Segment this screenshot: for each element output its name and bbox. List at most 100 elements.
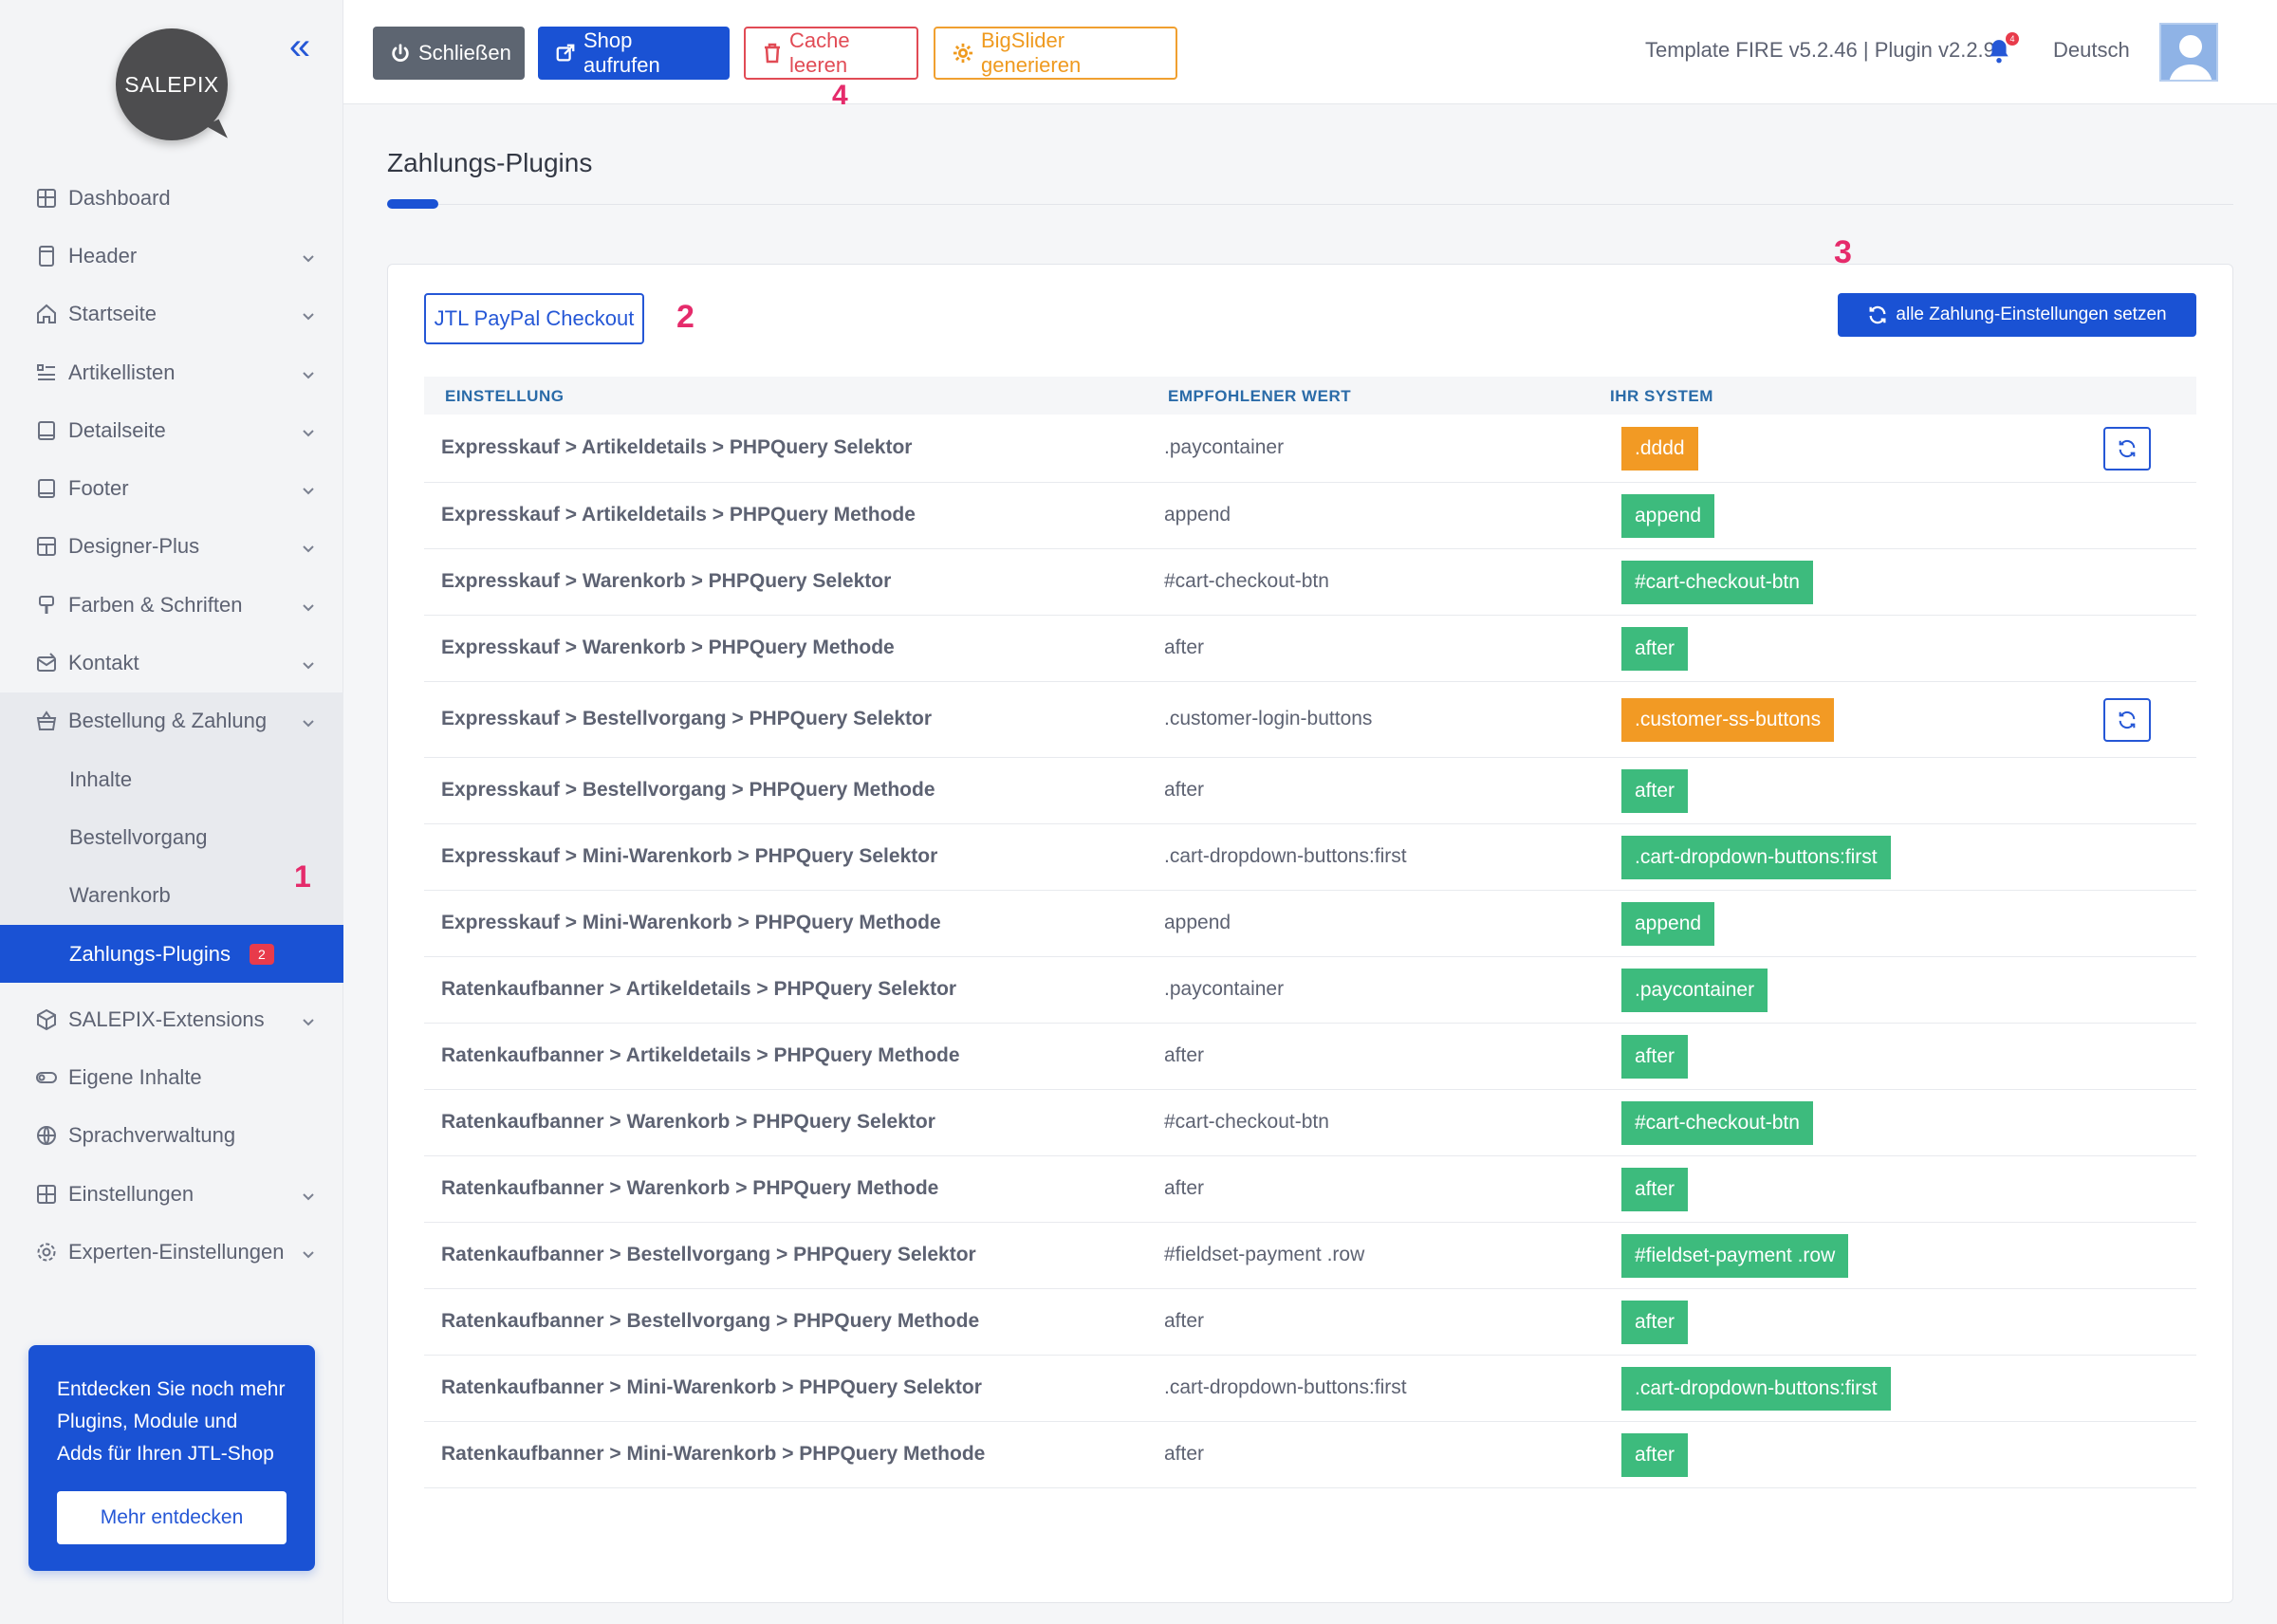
close-button[interactable]: Schließen	[373, 27, 525, 80]
sidebar-item-order-payment[interactable]: Bestellung & Zahlung	[0, 692, 343, 750]
sidebar-item-detailseite[interactable]: Detailseite	[0, 401, 343, 459]
recommended-value: append	[1164, 504, 1231, 526]
page-title: Zahlungs-Plugins	[387, 148, 593, 177]
sidebar-item-label: Kontakt	[68, 651, 139, 675]
chevron-down-icon	[300, 538, 317, 555]
setting-name: Ratenkaufbanner > Artikeldetails > PHPQu…	[441, 978, 957, 1000]
table-row: Ratenkaufbanner > Artikeldetails > PHPQu…	[424, 957, 2196, 1024]
recommended-value: #cart-checkout-btn	[1164, 1111, 1329, 1133]
discover-more-button[interactable]: Mehr entdecken	[57, 1491, 287, 1544]
recommended-value: .paycontainer	[1164, 436, 1285, 458]
sidebar-item-experten-einstellungen[interactable]: Experten-Einstellungen	[0, 1223, 343, 1281]
annotation-2: 2	[676, 299, 694, 335]
sidebar-item-label: Einstellungen	[68, 1181, 194, 1206]
sidebar-item-designer-plus[interactable]: Designer-Plus	[0, 518, 343, 576]
recommended-value: #cart-checkout-btn	[1164, 570, 1329, 592]
column-header-recommended: EMPFOHLENER WERT	[1168, 387, 1352, 405]
refresh-icon	[1867, 304, 1888, 325]
sidebar-subitem-zahlungs-plugins[interactable]: Zahlungs-Plugins 2	[0, 924, 343, 984]
setting-name: Expresskauf > Bestellvorgang > PHPQuery …	[441, 779, 935, 801]
table-row: Expresskauf > Bestellvorgang > PHPQuery …	[424, 758, 2196, 824]
chevron-down-icon	[300, 305, 317, 323]
table-row: Ratenkaufbanner > Warenkorb > PHPQuery M…	[424, 1156, 2196, 1223]
setting-name: Ratenkaufbanner > Warenkorb > PHPQuery M…	[441, 1177, 939, 1199]
sidebar-item-label: Farben & Schriften	[68, 592, 243, 617]
avatar[interactable]	[2159, 23, 2218, 82]
sidebar-item-sprachverwaltung[interactable]: Sprachverwaltung	[0, 1107, 343, 1165]
sidebar-item-eigene-inhalte[interactable]: Eigene Inhalte	[0, 1048, 343, 1106]
tab-jtl-paypal-checkout[interactable]: JTL PayPal Checkout	[424, 293, 644, 344]
basket-icon	[34, 709, 59, 733]
sidebar-subitem-inhalte[interactable]: Inhalte	[0, 750, 343, 808]
table-row: Expresskauf > Mini-Warenkorb > PHPQuery …	[424, 891, 2196, 957]
subitem-badge: 2	[249, 943, 274, 965]
open-shop-button[interactable]: Shop aufrufen	[538, 27, 730, 80]
set-all-payment-settings-button[interactable]: alle Zahlung-Einstellungen setzen	[1838, 293, 2196, 337]
recommended-value: .customer-login-buttons	[1164, 708, 1373, 729]
sidebar-item-label: Dashboard	[68, 185, 171, 210]
setting-name: Expresskauf > Bestellvorgang > PHPQuery …	[441, 708, 933, 729]
sidebar-subitem-warenkorb[interactable]: Warenkorb	[0, 867, 343, 925]
table-row: Ratenkaufbanner > Warenkorb > PHPQuery S…	[424, 1090, 2196, 1156]
sidebar-item-label: Detailseite	[68, 417, 166, 442]
table-row: Expresskauf > Mini-Warenkorb > PHPQuery …	[424, 824, 2196, 891]
sidebar-item-salepix-extensions[interactable]: SALEPIX-Extensions	[0, 990, 343, 1048]
setting-name: Expresskauf > Artikeldetails > PHPQuery …	[441, 436, 913, 458]
apply-setting-button[interactable]	[2103, 427, 2151, 471]
chevron-down-icon	[300, 248, 317, 265]
sidebar-subitem-bestellvorgang[interactable]: Bestellvorgang	[0, 808, 343, 866]
refresh-icon	[2117, 710, 2138, 730]
recommended-value: .paycontainer	[1164, 978, 1285, 1000]
generate-bigslider-label: BigSlider generieren	[981, 28, 1082, 77]
header-icon	[34, 244, 59, 268]
table-row: Expresskauf > Warenkorb > PHPQuery Selek…	[424, 549, 2196, 616]
salepix-logo[interactable]: SALEPIX	[116, 28, 228, 140]
table-row: Expresskauf > Warenkorb > PHPQuery Metho…	[424, 616, 2196, 682]
chevron-down-icon	[300, 364, 317, 381]
recommended-value: after	[1164, 637, 1205, 658]
sidebar-item-label: Sprachverwaltung	[68, 1123, 236, 1148]
table-row: Ratenkaufbanner > Mini-Warenkorb > PHPQu…	[424, 1356, 2196, 1422]
system-value-badge: #cart-checkout-btn	[1621, 561, 1813, 604]
system-value-badge: #cart-checkout-btn	[1621, 1101, 1813, 1145]
clear-cache-button[interactable]: Cache leeren	[744, 27, 918, 80]
mail-icon	[34, 651, 59, 675]
system-value-badge: after	[1621, 627, 1689, 671]
sidebar-item-farben-schriften[interactable]: Farben & Schriften	[0, 576, 343, 634]
system-value-badge: after	[1621, 1035, 1689, 1079]
recommended-value: after	[1164, 1177, 1205, 1199]
sidebar-item-header[interactable]: Header	[0, 227, 343, 285]
dashboard-icon	[34, 186, 59, 211]
recommended-value: after	[1164, 1044, 1205, 1066]
brush-icon	[34, 593, 59, 618]
chevron-down-icon	[300, 480, 317, 497]
sidebar-item-footer[interactable]: Footer	[0, 459, 343, 517]
recommended-value: after	[1164, 779, 1205, 801]
generate-bigslider-button[interactable]: BigSlider generieren	[934, 27, 1177, 80]
apply-setting-button[interactable]	[2103, 698, 2151, 742]
layout-icon	[34, 534, 59, 559]
setting-name: Expresskauf > Warenkorb > PHPQuery Metho…	[441, 637, 895, 658]
sidebar-item-startseite[interactable]: Startseite	[0, 286, 343, 343]
grid-icon	[34, 1182, 59, 1207]
sidebar-group-order-payment: Bestellung & Zahlung Inhalte Bestellvorgan…	[0, 692, 343, 984]
setting-name: Ratenkaufbanner > Mini-Warenkorb > PHPQu…	[441, 1443, 986, 1465]
collapse-sidebar-icon[interactable]: «	[281, 28, 319, 65]
table-row: Ratenkaufbanner > Mini-Warenkorb > PHPQu…	[424, 1422, 2196, 1488]
trash-icon	[763, 43, 782, 64]
sidebar-item-dashboard[interactable]: Dashboard	[0, 169, 343, 227]
sidebar-item-kontakt[interactable]: Kontakt	[0, 634, 343, 692]
system-value-badge: after	[1621, 769, 1689, 813]
sidebar-subitem-label: Inhalte	[69, 766, 133, 791]
clear-cache-label: Cache leeren	[789, 28, 850, 77]
setting-name: Ratenkaufbanner > Bestellvorgang > PHPQu…	[441, 1244, 976, 1265]
chevron-down-icon	[300, 712, 317, 729]
sidebar-item-einstellungen[interactable]: Einstellungen	[0, 1165, 343, 1223]
bell-icon[interactable]: 4	[1987, 32, 2019, 66]
language-selector[interactable]: Deutsch	[2053, 38, 2130, 63]
globe-icon	[34, 1123, 59, 1148]
sidebar-item-artikellisten[interactable]: Artikellisten	[0, 343, 343, 401]
annotation-3: 3	[1834, 234, 1852, 270]
chevron-down-icon	[300, 655, 317, 672]
set-all-label: alle Zahlung-Einstellungen setzen	[1896, 304, 2167, 324]
